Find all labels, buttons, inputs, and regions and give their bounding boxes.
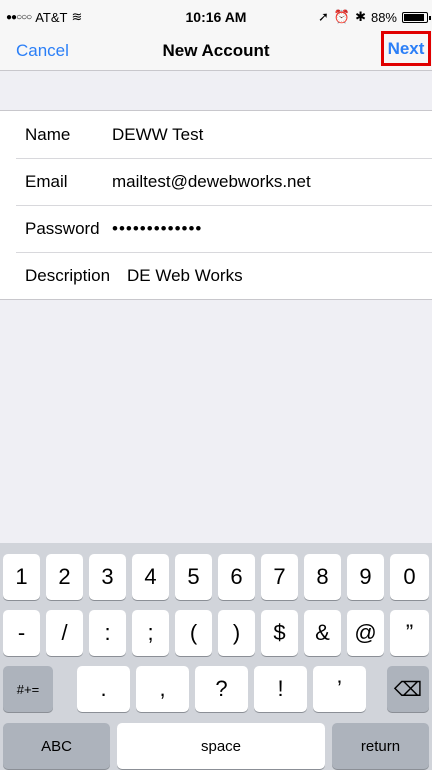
key-1[interactable]: 1 bbox=[3, 554, 40, 600]
status-right: ➚ ⏰ ✱ 88% bbox=[317, 9, 431, 25]
keyboard: 1 2 3 4 5 6 7 8 9 0 - / : ; ( ) $ & @ ” … bbox=[0, 543, 432, 770]
page-title: New Account bbox=[162, 41, 270, 60]
key-dollar[interactable]: $ bbox=[261, 610, 298, 656]
key-close-paren[interactable]: ) bbox=[218, 610, 255, 656]
battery-icon bbox=[402, 11, 431, 23]
key-exclamation[interactable]: ! bbox=[254, 666, 307, 712]
status-bar: ●●○○○ AT&T ≋ 10:16 AM ➚ ⏰ ✱ 88% bbox=[0, 0, 432, 30]
key-question[interactable]: ? bbox=[195, 666, 248, 712]
key-9[interactable]: 9 bbox=[347, 554, 384, 600]
name-field[interactable]: DEWW Test bbox=[112, 125, 203, 145]
name-label: Name bbox=[25, 124, 71, 144]
key-ampersand[interactable]: & bbox=[304, 610, 341, 656]
key-5[interactable]: 5 bbox=[175, 554, 212, 600]
description-label: Description bbox=[25, 265, 111, 285]
space-key[interactable]: space bbox=[117, 723, 325, 769]
key-period[interactable]: . bbox=[77, 666, 130, 712]
next-button[interactable]: Next bbox=[381, 31, 431, 66]
location-icon: ➚ bbox=[317, 9, 329, 24]
key-6[interactable]: 6 bbox=[218, 554, 255, 600]
password-row[interactable]: Password ••••••••••••• bbox=[0, 205, 432, 252]
email-row[interactable]: Email mailtest@dewebworks.net bbox=[0, 158, 432, 205]
email-field[interactable]: mailtest@dewebworks.net bbox=[112, 172, 311, 192]
key-8[interactable]: 8 bbox=[304, 554, 341, 600]
key-apostrophe[interactable]: ’ bbox=[313, 666, 366, 712]
key-semicolon[interactable]: ; bbox=[132, 610, 169, 656]
key-7[interactable]: 7 bbox=[261, 554, 298, 600]
key-colon[interactable]: : bbox=[89, 610, 126, 656]
battery-percent: 88% bbox=[370, 9, 397, 25]
key-quote[interactable]: ” bbox=[390, 610, 429, 656]
key-at[interactable]: @ bbox=[347, 610, 384, 656]
bluetooth-icon: ✱ bbox=[355, 9, 366, 24]
password-field[interactable]: ••••••••••••• bbox=[112, 219, 202, 239]
name-row[interactable]: Name DEWW Test bbox=[0, 111, 432, 158]
navigation-bar: Cancel New Account Next bbox=[0, 30, 432, 71]
key-hyphen[interactable]: - bbox=[3, 610, 40, 656]
key-3[interactable]: 3 bbox=[89, 554, 126, 600]
symbols-key[interactable]: #+= bbox=[3, 666, 53, 712]
alarm-icon: ⏰ bbox=[333, 9, 351, 24]
description-field[interactable]: DE Web Works bbox=[127, 266, 243, 286]
key-open-paren[interactable]: ( bbox=[175, 610, 212, 656]
key-4[interactable]: 4 bbox=[132, 554, 169, 600]
delete-icon[interactable]: ⌫ bbox=[387, 666, 429, 712]
password-label: Password bbox=[25, 218, 100, 238]
key-0[interactable]: 0 bbox=[390, 554, 429, 600]
description-row[interactable]: Description DE Web Works bbox=[0, 252, 432, 299]
key-comma[interactable]: , bbox=[136, 666, 189, 712]
email-label: Email bbox=[25, 171, 68, 191]
account-form: Name DEWW Test Email mailtest@dewebworks… bbox=[0, 110, 432, 300]
return-key[interactable]: return bbox=[332, 723, 429, 769]
key-2[interactable]: 2 bbox=[46, 554, 83, 600]
key-slash[interactable]: / bbox=[46, 610, 83, 656]
abc-key[interactable]: ABC bbox=[3, 723, 110, 769]
